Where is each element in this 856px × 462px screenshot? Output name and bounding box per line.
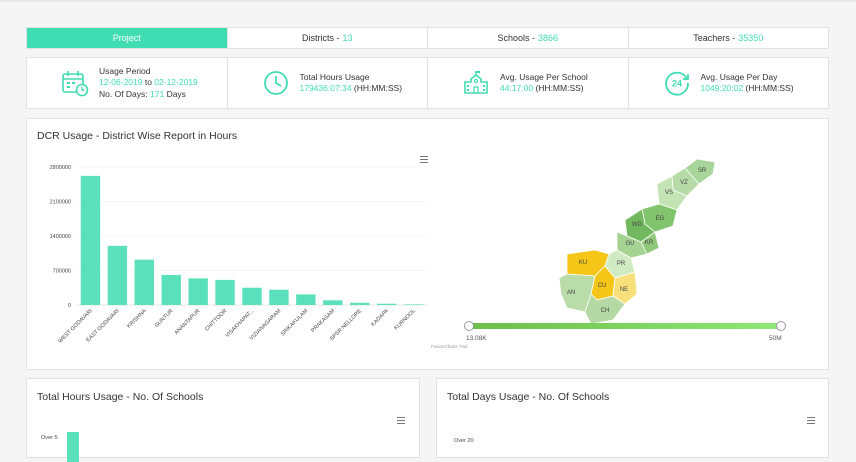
x-tick-label: CHITTOOR [204,308,228,332]
map-label-ku: KU [579,260,587,266]
map-label-an: AN [567,290,575,296]
fusioncharts-trial-label: FusionCharts Trial [431,344,468,349]
tab-schools[interactable]: Schools - 3866 [427,28,628,48]
map-label-cu: CU [598,283,607,289]
bar-chittoor[interactable] [215,279,235,305]
x-tick-label: KADAPA [370,308,390,328]
map-label-eg: EG [656,216,665,222]
days-first-tick: Over 20 [454,438,474,444]
dcr-usage-panel: DCR Usage - District Wise Report in Hour… [26,118,829,370]
school-building-icon [464,71,488,94]
stat-avg-day: 24 Avg. Usage Per Day 1049:20:02 (HH:MM:… [627,58,829,108]
teachers-count: 35350 [738,33,764,43]
x-tick-label: GUNTUR [154,308,175,329]
legend-min-label: 13.08K [466,335,487,342]
y-tick-label: 1400000 [50,234,71,240]
bar-spsr-nellore[interactable] [350,302,370,305]
map-legend-gradient [470,323,780,329]
y-tick-label: 2800000 [50,165,71,171]
calendar-clock-icon [62,71,89,97]
map-label-vz: VZ [680,180,688,186]
map-label-pr: PR [617,261,626,267]
x-tick-label: ANANTAPUR [174,308,202,336]
legend-max-handle[interactable] [776,321,786,331]
map-label-ch: CH [601,308,610,314]
days-panel-title: Total Days Usage - No. Of Schools [447,391,610,403]
legend-max-label: 50M [769,335,782,342]
bar-guntur[interactable] [161,274,181,305]
hours-first-tick: Over 5 [41,435,58,441]
24-hours-icon: 24 [664,71,689,96]
map-label-ne: NE [620,287,628,293]
24-icon-text: 24 [671,79,681,89]
districts-count: 13 [342,33,353,43]
stat-total-hours: Total Hours Usage 179436:07:34 (HH:MM:SS… [226,58,428,108]
x-tick-label: SRIKAKULAM [280,308,310,338]
bar-anantapur[interactable] [188,278,208,305]
map-label-vs: VS [665,190,673,196]
schools-count: 3866 [538,33,559,43]
y-tick-label: 2100000 [50,200,71,206]
bar-srikakulam[interactable] [296,294,316,305]
map-label-gu: GU [626,241,635,247]
stat-usage-period: Usage Period 12-06-2019 to 02-12-2019 No… [27,58,227,108]
hours-menu-icon[interactable] [397,417,405,426]
bar-kadapa[interactable] [376,303,397,305]
district-bar-chart: 2800000210000014000007000000 WEST GODAVA… [50,165,427,345]
bar-vizianagaram[interactable] [269,289,289,305]
hours-bar [67,432,79,462]
x-tick-label: KRISHNA [126,308,148,330]
bar-east-godavari[interactable] [107,245,128,305]
bar-prakasam[interactable] [323,300,343,305]
bar-kurnool[interactable] [403,304,424,306]
map-label-sr: SR [698,168,707,174]
hours-panel-title: Total Hours Usage - No. Of Schools [37,391,204,403]
bar-krishna[interactable] [134,259,154,305]
nav-tabs: Project Districts - 13 Schools - 3866 Te… [26,27,829,49]
total-hours-panel: Total Hours Usage - No. Of Schools Over … [26,378,420,462]
map-label-wg: WG [632,222,643,228]
stat-avg-school: Avg. Usage Per School 44:17:00 (HH:MM:SS… [427,58,628,108]
bar-visakhapat-[interactable] [242,287,262,305]
days-menu-icon[interactable] [807,417,815,426]
clock-icon [263,71,288,95]
y-tick-label: 700000 [53,269,71,275]
tab-districts[interactable]: Districts - 13 [226,28,428,48]
x-tick-label: KURNOOL [393,308,416,331]
tab-teachers[interactable]: Teachers - 35350 [627,28,829,48]
bar-west-godavari[interactable] [80,175,101,305]
map-label-kr: KR [645,240,654,246]
total-days-panel: Total Days Usage - No. Of Schools Over 2… [436,378,829,458]
legend-min-handle[interactable] [464,321,474,331]
tab-project[interactable]: Project [27,28,227,48]
stats-row: Usage Period 12-06-2019 to 02-12-2019 No… [26,57,829,109]
x-tick-label: PRAKASAM [310,308,336,334]
top-bar [0,0,856,2]
y-tick-label: 0 [68,303,71,309]
